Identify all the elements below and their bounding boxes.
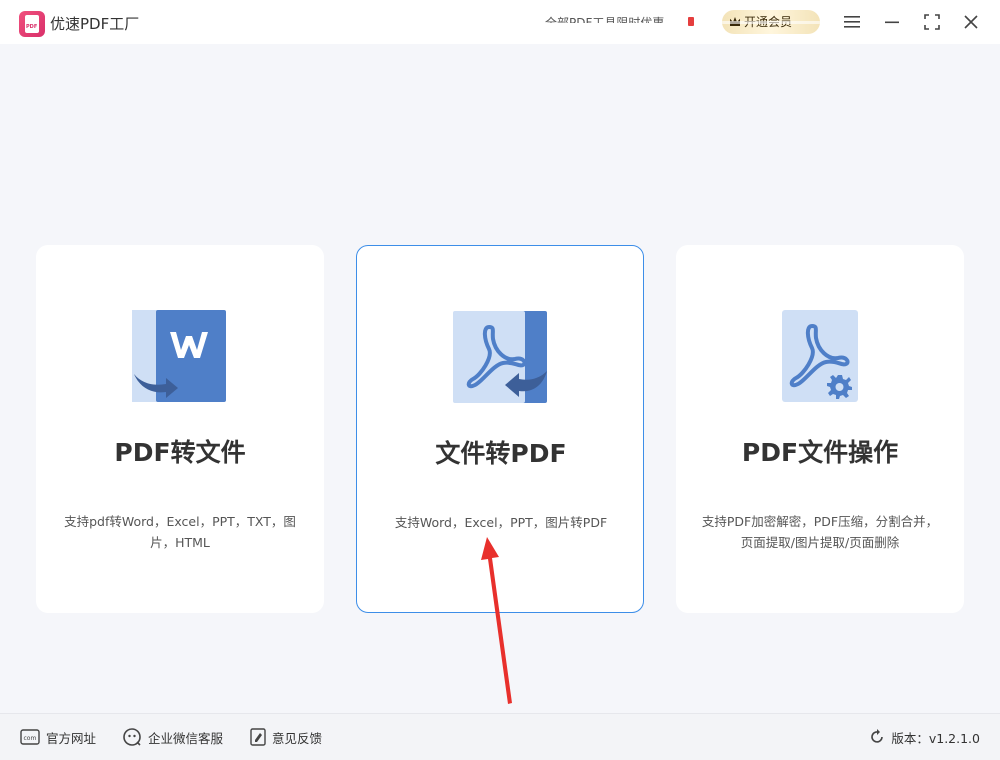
card-description: 支持pdf转Word，Excel，PPT，TXT，图片，HTML bbox=[64, 514, 296, 550]
official-website-link[interactable]: com 官方网址 bbox=[20, 714, 96, 760]
minimize-button[interactable] bbox=[880, 10, 904, 34]
refresh-icon bbox=[871, 729, 884, 743]
app-logo-document: PDF bbox=[25, 15, 39, 33]
card-title: 文件转PDF bbox=[435, 439, 567, 468]
card-description: 支持Word，Excel，PPT，图片转PDF bbox=[394, 515, 608, 530]
wechat-label: 企业微信客服 bbox=[148, 730, 224, 746]
close-button[interactable] bbox=[959, 10, 983, 34]
app-window: PDF 优速PDF工厂 全部PDF工具限时优惠 开通会员 bbox=[0, 0, 1000, 760]
card-file-to-pdf[interactable]: 文件转PDF 支持Word，Excel，PPT，图片转PDF bbox=[356, 245, 644, 613]
app-logo-text: PDF bbox=[26, 24, 38, 30]
vip-stripe bbox=[722, 21, 820, 24]
website-icon: com bbox=[20, 729, 40, 745]
version-info: 版本：v1.2.1.0 bbox=[869, 714, 980, 760]
vip-button[interactable]: 开通会员 bbox=[722, 10, 820, 34]
wechat-service-link[interactable]: 企业微信客服 bbox=[122, 714, 223, 760]
card-description: 支持PDF加密解密，PDF压缩，分割合并，页面提取/图片提取/页面删除 bbox=[701, 514, 939, 550]
promo-hot-badge bbox=[688, 17, 694, 26]
minimize-icon bbox=[885, 21, 899, 24]
close-icon bbox=[964, 15, 978, 29]
card-title: PDF文件操作 bbox=[741, 438, 899, 467]
card-pdf-to-file[interactable]: PDF转文件 支持pdf转Word，Excel，PPT，TXT，图片，HTML bbox=[36, 245, 324, 613]
status-bar: com 官方网址 企业微信客服 意见反馈 版本：v1.2.1.0 bbox=[0, 713, 1000, 760]
wechat-icon bbox=[123, 728, 141, 746]
app-logo: PDF bbox=[19, 11, 45, 37]
feedback-icon bbox=[250, 728, 266, 746]
maximize-button[interactable] bbox=[920, 10, 944, 34]
feedback-label: 意见反馈 bbox=[272, 730, 323, 746]
website-icon-text: com bbox=[24, 735, 37, 742]
app-title: 优速PDF工厂 bbox=[50, 15, 140, 33]
card-title: PDF转文件 bbox=[114, 438, 246, 467]
hamburger-menu-icon bbox=[844, 16, 860, 28]
promo-banner[interactable]: 全部PDF工具限时优惠 bbox=[545, 14, 700, 30]
promo-mask bbox=[545, 23, 700, 30]
pdf-operation-icon bbox=[782, 310, 858, 402]
feedback-link[interactable]: 意见反馈 bbox=[250, 714, 322, 760]
version-label: 版本：v1.2.1.0 bbox=[891, 730, 980, 746]
maximize-icon bbox=[924, 14, 940, 30]
title-bar: PDF 优速PDF工厂 全部PDF工具限时优惠 开通会员 bbox=[0, 0, 1000, 44]
menu-button[interactable] bbox=[840, 10, 864, 34]
card-pdf-operations[interactable]: PDF文件操作 支持PDF加密解密，PDF压缩，分割合并，页面提取/图片提取/页… bbox=[676, 245, 964, 613]
website-label: 官方网址 bbox=[46, 730, 97, 746]
pdf-to-word-icon bbox=[132, 310, 226, 402]
file-to-pdf-icon bbox=[453, 311, 547, 403]
